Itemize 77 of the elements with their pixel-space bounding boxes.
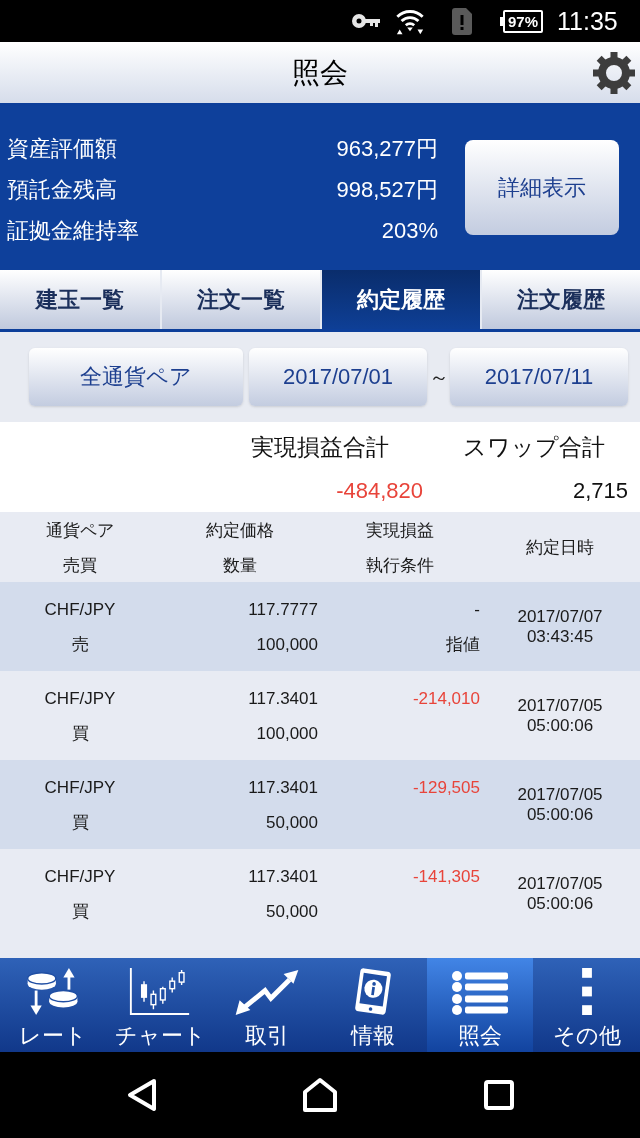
summary-value: 998,527円: [336, 178, 438, 201]
summary-value: 203%: [381, 219, 438, 242]
home-icon[interactable]: [302, 1077, 338, 1113]
table-cell-text: 買: [71, 901, 89, 923]
summary-label: 資産評価額: [7, 137, 117, 160]
tab[interactable]: 注文履歴: [480, 270, 640, 329]
table-row[interactable]: CHF/JPY 買 117.3401 50,000 -129,505 2017/07/05 05:00:06: [0, 760, 640, 849]
column-header: 売買: [63, 555, 97, 577]
table-cell-text: CHF/JPY: [44, 688, 116, 710]
tab[interactable]: 注文一覧: [160, 270, 320, 329]
back-icon[interactable]: [127, 1078, 157, 1112]
table-cell-text: 50,000: [266, 901, 318, 923]
detail-button[interactable]: 詳細表示: [465, 140, 619, 235]
table-cell: 2017/07/05: [517, 784, 603, 805]
table-cell-text: -: [474, 599, 480, 621]
table-cell-text: CHF/JPY: [44, 866, 116, 888]
table-cell-text: -141,305: [412, 866, 480, 888]
nav-item[interactable]: レート: [0, 958, 107, 1052]
total-value: -484,820: [336, 480, 423, 502]
table-cell: 05:00:06: [526, 893, 594, 914]
page-title: 照会: [292, 58, 348, 87]
table-row[interactable]: CHF/JPY 売 117.7777 100,000 - 指値 2017/07/07 03:43:45: [0, 582, 640, 671]
nav-item[interactable]: 取引: [213, 958, 320, 1052]
table-cell-text: 買: [71, 812, 89, 834]
table-cell-text: 100,000: [256, 634, 318, 656]
column-header: 数量: [223, 555, 257, 577]
recent-apps-icon[interactable]: [484, 1080, 514, 1110]
table-cell: 05:00:06: [526, 715, 594, 736]
table-cell-text: CHF/JPY: [44, 777, 116, 799]
summary-value: 963,277円: [336, 137, 438, 160]
range-separator: ～: [428, 367, 449, 387]
total-label: スワップ合計: [463, 435, 605, 459]
column-header: 約定日時: [526, 537, 594, 559]
total-label: 実現損益合計: [251, 435, 389, 459]
table-cell-text: 117.3401: [248, 866, 318, 888]
table-cell-text: 買: [71, 723, 89, 745]
table-cell: 2017/07/07: [517, 606, 603, 627]
table-cell-text: 指値: [446, 634, 480, 656]
table-cell-text: -214,010: [412, 688, 480, 710]
tab[interactable]: 建玉一覧: [0, 270, 160, 329]
tab[interactable]: 約定履歴: [320, 270, 480, 329]
column-header: 執行条件: [366, 555, 434, 577]
end-date-button[interactable]: 2017/07/11: [450, 348, 628, 406]
column-header: 実現損益: [366, 520, 434, 542]
summary-label: 証拠金維持率: [7, 219, 139, 242]
summary-label: 預託金残高: [7, 178, 117, 201]
table-cell: 03:43:45: [526, 626, 594, 647]
table-cell-text: 売: [71, 634, 89, 656]
table-cell: 05:00:06: [526, 804, 594, 825]
nav-item[interactable]: 情報: [320, 958, 427, 1052]
table-cell: 2017/07/05: [517, 873, 603, 894]
table-cell: 2017/07/05: [517, 695, 603, 716]
clock: 11:35: [557, 8, 618, 34]
currency-pair-button[interactable]: 全通貨ペア: [29, 348, 243, 406]
list-icon: [452, 970, 508, 1015]
table-cell-text: CHF/JPY: [44, 599, 116, 621]
sim-card-alert-icon: [452, 7, 472, 35]
battery-indicator: 97%: [500, 9, 544, 33]
candlestick-chart-icon: [128, 968, 192, 1015]
start-date-button[interactable]: 2017/07/01: [249, 348, 427, 406]
nav-item[interactable]: その他: [533, 958, 640, 1052]
nav-item[interactable]: チャート: [106, 958, 214, 1052]
table-cell-text: 117.7777: [248, 599, 318, 621]
more-icon: [581, 968, 592, 1015]
key-icon: [352, 14, 380, 28]
table-cell-text: 117.3401: [248, 777, 318, 799]
table-cell-text: 50,000: [266, 812, 318, 834]
total-value: 2,715: [572, 480, 628, 502]
column-header: 通貨ペア: [46, 520, 114, 542]
settings-icon[interactable]: [592, 50, 636, 95]
column-header: 約定価格: [206, 520, 274, 542]
table-cell-text: 117.3401: [248, 688, 318, 710]
zigzag-arrow-icon: [234, 968, 299, 1015]
nav-item[interactable]: 照会: [426, 958, 534, 1052]
table-cell-text: 100,000: [256, 723, 318, 745]
wifi-icon: [395, 7, 425, 35]
table-cell-text: -129,505: [412, 777, 480, 799]
